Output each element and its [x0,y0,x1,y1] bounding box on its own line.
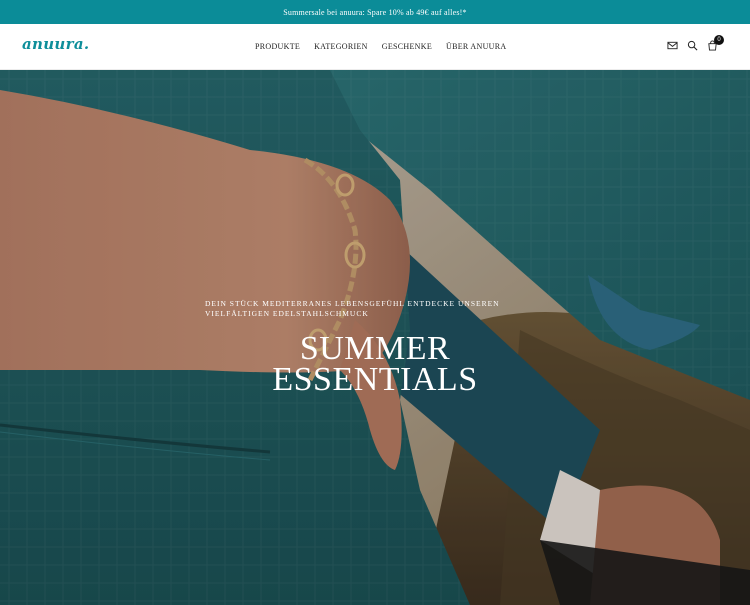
hero-title: SUMMER ESSENTIALS [0,332,750,398]
mail-icon[interactable] [667,40,678,51]
search-icon[interactable] [687,40,698,51]
hero-subtitle: DEIN STÜCK MEDITERRANES LEBENSGEFÜHL ENT… [205,299,500,318]
nav-item-kategorien[interactable]: KATEGORIEN [314,42,368,51]
main-nav: PRODUKTE KATEGORIEN GESCHENKE ÜBER ANUUR… [255,42,506,51]
header-icons: 0 [667,35,724,51]
hero-text: DEIN STÜCK MEDITERRANES LEBENSGEFÜHL ENT… [0,299,750,398]
hero-title-line2: ESSENTIALS [272,361,478,398]
nav-item-geschenke[interactable]: GESCHENKE [382,42,432,51]
site-header: anuura. PRODUKTE KATEGORIEN GESCHENKE ÜB… [0,24,750,70]
cart-count-badge: 0 [714,35,724,45]
nav-item-ueber-anuura[interactable]: ÜBER ANUURA [446,42,506,51]
announcement-text: Summersale bei anuura: Spare 10% ab 49€ … [283,7,467,17]
cart-icon[interactable]: 0 [707,35,724,51]
announcement-bar: Summersale bei anuura: Spare 10% ab 49€ … [0,0,750,24]
nav-item-produkte[interactable]: PRODUKTE [255,42,300,51]
logo[interactable]: anuura. [22,35,89,53]
hero-banner[interactable]: DEIN STÜCK MEDITERRANES LEBENSGEFÜHL ENT… [0,70,750,605]
